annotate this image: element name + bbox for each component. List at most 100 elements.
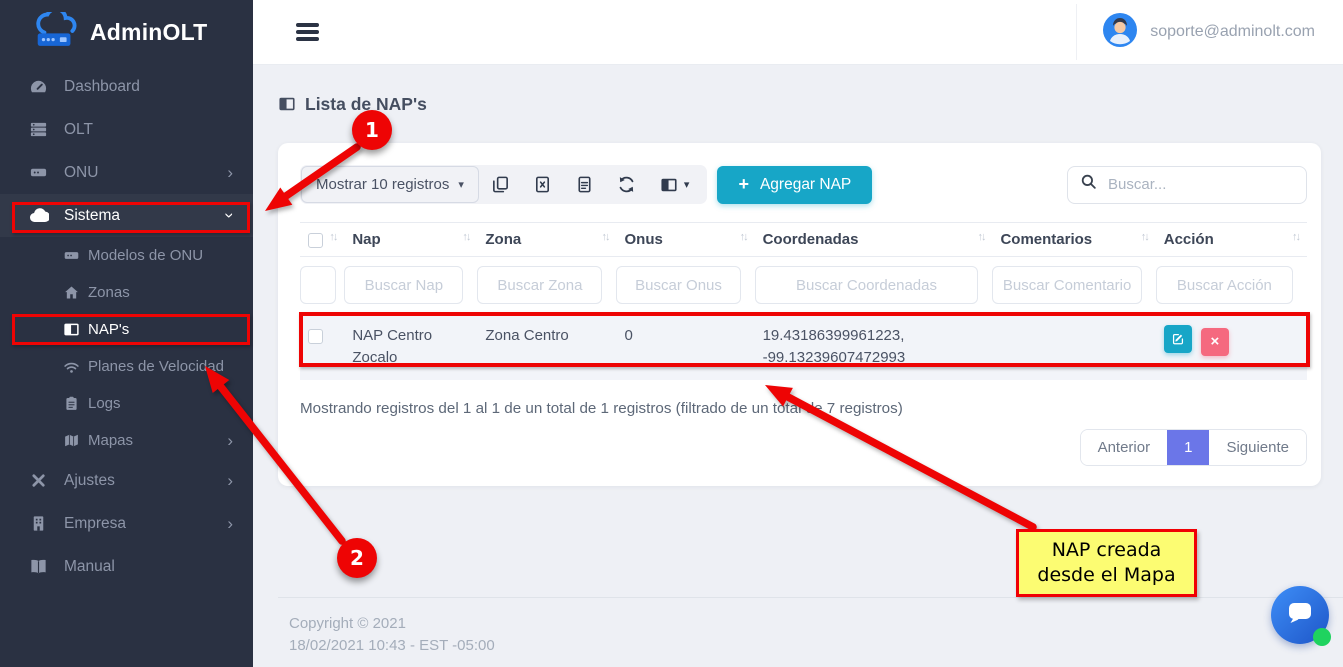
pagination-next[interactable]: Siguiente bbox=[1209, 430, 1306, 465]
page-length-dropdown[interactable]: Mostrar 10 registros ▾ bbox=[301, 166, 479, 203]
add-nap-label: Agregar NAP bbox=[760, 176, 851, 194]
copyright-text: Copyright © 2021 bbox=[289, 613, 1343, 635]
user-menu[interactable]: soporte@adminolt.com bbox=[1076, 4, 1343, 60]
server-icon bbox=[62, 247, 80, 264]
filter-onus-input[interactable] bbox=[616, 266, 740, 304]
cell-accion: × bbox=[1156, 314, 1307, 380]
filter-checkbox-column[interactable] bbox=[300, 266, 336, 304]
header-accion[interactable]: Acción↑↓ bbox=[1156, 223, 1307, 257]
sidebar-item-label: OLT bbox=[64, 121, 93, 139]
pagination-previous[interactable]: Anterior bbox=[1081, 430, 1168, 465]
cell-nap: NAP Centro Zocalo bbox=[344, 314, 477, 380]
sidebar-item-dashboard[interactable]: Dashboard bbox=[0, 65, 253, 108]
header-nap[interactable]: Nap↑↓ bbox=[344, 223, 477, 257]
chat-bubble-icon bbox=[1285, 598, 1315, 633]
sidebar-item-label: Manual bbox=[64, 558, 115, 576]
add-nap-button[interactable]: + Agregar NAP bbox=[717, 166, 872, 204]
search-icon bbox=[1080, 173, 1098, 196]
sidebar-item-naps[interactable]: NAP's bbox=[0, 311, 253, 348]
filter-coordenadas-input[interactable] bbox=[755, 266, 979, 304]
header-zona[interactable]: Zona↑↓ bbox=[477, 223, 616, 257]
search-input[interactable] bbox=[1108, 176, 1307, 193]
delete-button[interactable]: × bbox=[1201, 328, 1229, 356]
avatar bbox=[1103, 13, 1137, 52]
sidebar-item-ajustes[interactable]: Ajustes › bbox=[0, 459, 253, 502]
header-coordenadas[interactable]: Coordenadas↑↓ bbox=[755, 223, 993, 257]
chevron-right-icon: › bbox=[227, 432, 233, 449]
clipboard-icon bbox=[62, 395, 80, 412]
topbar: soporte@adminolt.com bbox=[253, 0, 1343, 65]
chevron-right-icon: › bbox=[227, 515, 233, 532]
export-excel-button[interactable] bbox=[522, 166, 564, 203]
filter-zona-input[interactable] bbox=[477, 266, 602, 304]
map-icon bbox=[62, 432, 80, 449]
sidebar-item-label: Mapas bbox=[88, 432, 133, 449]
table-footer: Mostrando registros del 1 al 1 de un tot… bbox=[300, 400, 1307, 417]
sidebar-item-modelos-de-onu[interactable]: Modelos de ONU bbox=[0, 237, 253, 274]
sidebar-item-olt[interactable]: OLT bbox=[0, 108, 253, 151]
sidebar-item-planes-de-velocidad[interactable]: Planes de Velocidad bbox=[0, 348, 253, 385]
sidebar-item-manual[interactable]: Manual bbox=[0, 545, 253, 588]
plus-icon: + bbox=[738, 174, 749, 195]
row-checkbox[interactable] bbox=[308, 329, 323, 344]
sidebar-item-label: Empresa bbox=[64, 515, 126, 533]
book-icon bbox=[28, 557, 49, 576]
sidebar-item-label: Logs bbox=[88, 395, 121, 412]
home-icon bbox=[62, 284, 80, 301]
caret-down-icon: ▾ bbox=[458, 178, 464, 191]
columns-icon bbox=[278, 95, 296, 113]
edit-button[interactable] bbox=[1164, 325, 1192, 353]
naps-table: ↑↓ Nap↑↓ Zona↑↓ Onus↑↓ Coordenadas↑↓ Com… bbox=[300, 222, 1307, 380]
sidebar-item-label: Sistema bbox=[64, 207, 120, 225]
table-info: Mostrando registros del 1 al 1 de un tot… bbox=[300, 400, 903, 417]
cell-comentarios bbox=[992, 314, 1155, 380]
page-title-text: Lista de NAP's bbox=[305, 94, 427, 115]
cloud-icon bbox=[28, 206, 49, 226]
brand-title: AdminOLT bbox=[90, 19, 207, 46]
columns-icon bbox=[62, 321, 80, 338]
main-content: Lista de NAP's Mostrar 10 registros ▾ bbox=[253, 65, 1343, 667]
filter-accion-input[interactable] bbox=[1156, 266, 1293, 304]
hamburger-menu-icon[interactable] bbox=[296, 23, 319, 45]
tools-icon bbox=[28, 471, 49, 490]
server-icon bbox=[28, 163, 49, 182]
sort-icon: ↑↓ bbox=[462, 231, 469, 243]
sidebar-item-label: Planes de Velocidad bbox=[88, 358, 224, 375]
header-comentarios[interactable]: Comentarios↑↓ bbox=[992, 223, 1155, 257]
page-length-label: Mostrar 10 registros bbox=[316, 176, 449, 193]
header-select-all: ↑↓ bbox=[300, 223, 344, 257]
sidebar-item-logs[interactable]: Logs bbox=[0, 385, 253, 422]
refresh-button[interactable] bbox=[606, 166, 648, 203]
table-row: NAP Centro Zocalo Zona Centro 0 19.43186… bbox=[300, 314, 1307, 380]
sidebar-item-label: Dashboard bbox=[64, 78, 140, 96]
datetime-text: 18/02/2021 10:43 - EST -05:00 bbox=[289, 635, 1343, 657]
sort-icon[interactable]: ↑↓ bbox=[329, 231, 336, 243]
app-screen: AdminOLT Dashboard OLT ONU › Siste bbox=[0, 0, 1343, 667]
sidebar: AdminOLT Dashboard OLT ONU › Siste bbox=[0, 0, 253, 667]
sidebar-item-label: NAP's bbox=[88, 321, 129, 338]
wifi-icon bbox=[62, 358, 80, 375]
table-header-row: ↑↓ Nap↑↓ Zona↑↓ Onus↑↓ Coordenadas↑↓ Com… bbox=[300, 223, 1307, 257]
filter-comentario-input[interactable] bbox=[992, 266, 1141, 304]
export-file-button[interactable] bbox=[564, 166, 606, 203]
sidebar-item-zonas[interactable]: Zonas bbox=[0, 274, 253, 311]
table-filter-row bbox=[300, 257, 1307, 314]
column-visibility-dropdown[interactable]: ▾ bbox=[648, 166, 700, 203]
site-footer: Copyright © 2021 18/02/2021 10:43 - EST … bbox=[278, 597, 1343, 657]
sidebar-item-label: Modelos de ONU bbox=[88, 247, 203, 264]
chevron-down-icon: › bbox=[222, 213, 239, 219]
header-onus[interactable]: Onus↑↓ bbox=[616, 223, 754, 257]
select-all-checkbox[interactable] bbox=[308, 233, 323, 248]
user-email: soporte@adminolt.com bbox=[1150, 23, 1315, 41]
filter-nap-input[interactable] bbox=[344, 266, 463, 304]
sidebar-item-mapas[interactable]: Mapas › bbox=[0, 422, 253, 459]
brand[interactable]: AdminOLT bbox=[0, 0, 253, 65]
caret-down-icon: ▾ bbox=[684, 178, 690, 191]
table-tools-group: Mostrar 10 registros ▾ bbox=[300, 165, 707, 204]
pagination-page-1[interactable]: 1 bbox=[1167, 430, 1209, 465]
copy-button[interactable] bbox=[480, 166, 522, 203]
sidebar-item-onu[interactable]: ONU › bbox=[0, 151, 253, 194]
naps-card: Mostrar 10 registros ▾ bbox=[278, 143, 1321, 486]
sidebar-item-empresa[interactable]: Empresa › bbox=[0, 502, 253, 545]
sidebar-item-sistema[interactable]: Sistema › bbox=[0, 194, 253, 237]
